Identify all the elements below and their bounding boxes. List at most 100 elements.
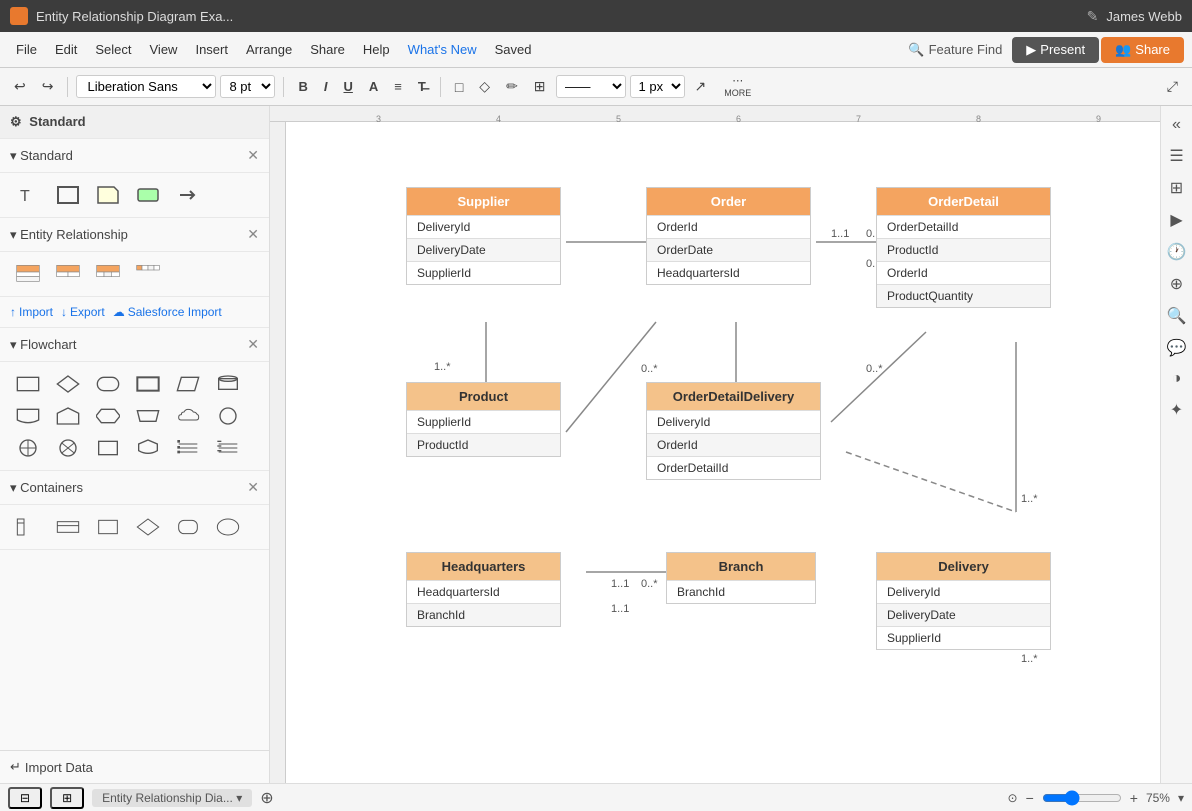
- share-button[interactable]: 👥 Share: [1101, 37, 1184, 63]
- fill-button[interactable]: ◇: [473, 75, 496, 98]
- menu-share[interactable]: Share: [302, 38, 353, 61]
- history-panel-button[interactable]: 🕐: [1163, 238, 1191, 266]
- entity-delivery[interactable]: Delivery DeliveryId DeliveryDate Supplie…: [876, 552, 1051, 650]
- redo-button[interactable]: ↪: [36, 75, 60, 98]
- line-size-select[interactable]: 1 px: [630, 75, 685, 98]
- format-panel-button[interactable]: ☰: [1165, 142, 1187, 170]
- entity-supplier[interactable]: Supplier DeliveryId DeliveryDate Supplie…: [406, 187, 561, 285]
- fc-trapezoid[interactable]: [130, 402, 166, 430]
- entity-orderdetaildelivery[interactable]: OrderDetailDelivery DeliveryId OrderId O…: [646, 382, 821, 480]
- import-button[interactable]: ↑ Import: [10, 305, 53, 319]
- comment-panel-button[interactable]: 💬: [1163, 334, 1191, 362]
- fc-thick-rect[interactable]: [130, 370, 166, 398]
- fc-list2[interactable]: [210, 434, 246, 462]
- er-shape-2[interactable]: [50, 260, 86, 288]
- import-data-button[interactable]: ↵ Import Data: [10, 759, 93, 775]
- containers-section-header[interactable]: ▾ Containers ✕: [0, 471, 269, 505]
- er-shape-1[interactable]: [10, 260, 46, 288]
- fc-doc[interactable]: [10, 402, 46, 430]
- menu-arrange[interactable]: Arrange: [238, 38, 300, 61]
- text-shape[interactable]: T: [10, 181, 46, 209]
- rect-shape[interactable]: [50, 181, 86, 209]
- shape-style-button[interactable]: □: [449, 76, 469, 98]
- fc-parallelogram[interactable]: [170, 370, 206, 398]
- salesforce-import-button[interactable]: ☁ Salesforce Import: [113, 305, 222, 319]
- more-button[interactable]: ⋯MORE: [716, 71, 759, 102]
- menu-help[interactable]: Help: [355, 38, 398, 61]
- er-section-header[interactable]: ▾ Entity Relationship ✕: [0, 218, 269, 252]
- menu-select[interactable]: Select: [87, 38, 139, 61]
- zoom-slider[interactable]: [1042, 790, 1122, 806]
- standard-close-button[interactable]: ✕: [247, 147, 259, 164]
- fc-rounded[interactable]: [90, 370, 126, 398]
- ct-tall[interactable]: [10, 513, 46, 541]
- outline-view-button[interactable]: ⊞: [50, 787, 84, 809]
- fc-cross[interactable]: [10, 434, 46, 462]
- fc-shield[interactable]: [130, 434, 166, 462]
- er-close-button[interactable]: ✕: [247, 226, 259, 243]
- note-shape[interactable]: [90, 181, 126, 209]
- underline-button[interactable]: U: [337, 76, 358, 97]
- menu-whats-new[interactable]: What's New: [400, 38, 485, 61]
- theme-panel-button[interactable]: ◑: [1168, 366, 1186, 392]
- ct-rounded[interactable]: [170, 513, 206, 541]
- undo-button[interactable]: ↩: [8, 75, 32, 98]
- fc-hexagon[interactable]: [90, 402, 126, 430]
- font-color-button[interactable]: A: [363, 76, 384, 97]
- canvas-area[interactable]: 3 4 5 6 7 8 9 3 4 5 6: [270, 106, 1160, 783]
- standard-section-header[interactable]: ▾ Standard ✕: [0, 139, 269, 173]
- italic-button[interactable]: I: [318, 76, 334, 97]
- flowchart-section-header[interactable]: ▾ Flowchart ✕: [0, 328, 269, 362]
- canvas-content[interactable]: 1..1 0..1 0..1 0..* 0..* 1..* 0..* 1..* …: [286, 122, 1160, 783]
- search-panel-button[interactable]: 🔍: [1163, 302, 1191, 330]
- zoom-out-button[interactable]: −: [1026, 790, 1034, 806]
- grid-view-button[interactable]: ⊟: [8, 787, 42, 809]
- fc-list1[interactable]: [170, 434, 206, 462]
- font-size-select[interactable]: 8 pt: [220, 75, 275, 98]
- fc-cylinder[interactable]: [210, 370, 246, 398]
- menu-insert[interactable]: Insert: [187, 38, 236, 61]
- fc-cloud[interactable]: [170, 402, 206, 430]
- ct-wide[interactable]: [50, 513, 86, 541]
- font-family-select[interactable]: Liberation Sans: [76, 75, 216, 98]
- layers-panel-button[interactable]: ⊕: [1166, 270, 1187, 298]
- line-color-button[interactable]: ✏: [500, 75, 524, 98]
- arrow-shape[interactable]: [170, 181, 206, 209]
- current-tab[interactable]: Entity Relationship Dia... ▾: [92, 789, 252, 807]
- ct-ellipse[interactable]: [210, 513, 246, 541]
- menu-view[interactable]: View: [142, 38, 186, 61]
- entity-product[interactable]: Product SupplierId ProductId: [406, 382, 561, 457]
- zoom-in-button[interactable]: +: [1130, 790, 1138, 806]
- ct-rect[interactable]: [90, 513, 126, 541]
- record-panel-button[interactable]: ▶: [1166, 206, 1186, 234]
- waypoint-button[interactable]: ↗: [689, 75, 713, 98]
- shapes-section-header[interactable]: ⚙ Standard: [0, 106, 269, 139]
- strikethrough-button[interactable]: T̶: [412, 76, 432, 97]
- menu-file[interactable]: File: [8, 38, 45, 61]
- fc-diamond[interactable]: [50, 370, 86, 398]
- fullscreen-button[interactable]: ⤢: [1161, 75, 1184, 98]
- export-button[interactable]: ↓ Export: [61, 305, 105, 319]
- fc-circle[interactable]: [210, 402, 246, 430]
- extra-panel-button[interactable]: ✦: [1166, 396, 1187, 424]
- edit-title-icon[interactable]: ✎: [1087, 8, 1099, 25]
- table-panel-button[interactable]: ⊞: [1166, 174, 1187, 202]
- fc-pentagon[interactable]: [50, 402, 86, 430]
- er-shape-3[interactable]: [90, 260, 126, 288]
- connection-button[interactable]: ⊞: [528, 75, 552, 98]
- ct-diamond[interactable]: [130, 513, 166, 541]
- feature-find[interactable]: 🔍 Feature Find: [908, 42, 1002, 58]
- flowchart-close-button[interactable]: ✕: [247, 336, 259, 353]
- process-shape[interactable]: [130, 181, 166, 209]
- entity-branch[interactable]: Branch BranchId: [666, 552, 816, 604]
- entity-order[interactable]: Order OrderId OrderDate HeadquartersId: [646, 187, 811, 285]
- fc-xcircle[interactable]: [50, 434, 86, 462]
- present-button[interactable]: ▶ Present: [1012, 37, 1099, 63]
- menu-edit[interactable]: Edit: [47, 38, 85, 61]
- fc-rhombus[interactable]: [90, 434, 126, 462]
- collapse-panel-button[interactable]: «: [1168, 112, 1185, 138]
- er-shape-4[interactable]: [130, 260, 166, 288]
- entity-orderdetail[interactable]: OrderDetail OrderDetailId ProductId Orde…: [876, 187, 1051, 308]
- fc-rect[interactable]: [10, 370, 46, 398]
- align-button[interactable]: ≡: [388, 76, 408, 97]
